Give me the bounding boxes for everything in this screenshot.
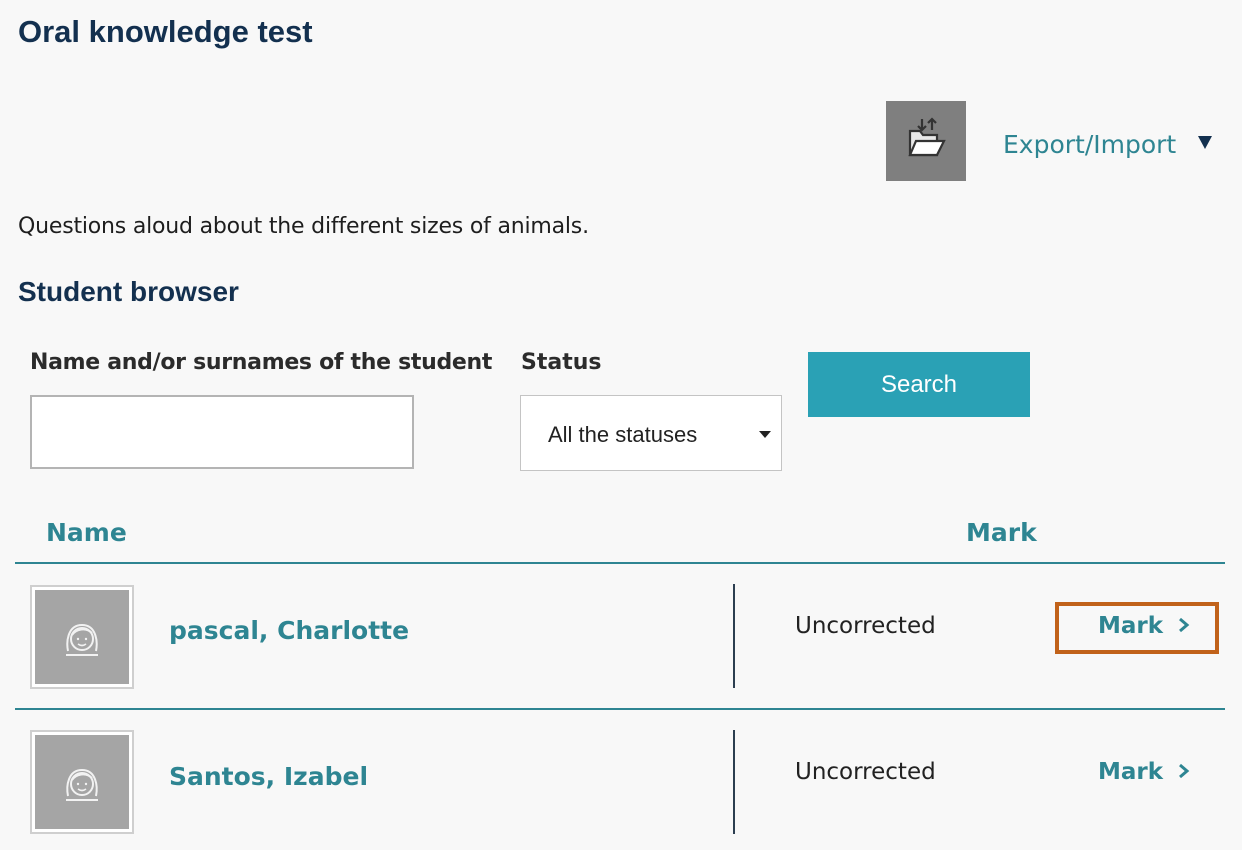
table-header-divider [15,562,1225,564]
status-field-label: Status [521,350,602,375]
folder-icon [908,117,946,157]
mark-link-label: Mark [1098,759,1164,785]
name-field-label: Name and/or surnames of the student [30,350,493,375]
status-select[interactable]: All the statuses [520,395,782,471]
caret-down-icon[interactable] [1198,136,1212,149]
girl-avatar-icon [66,623,98,656]
student-name-input[interactable] [30,395,414,469]
mark-link-highlight [1055,602,1219,654]
page-title: Oral knowledge test [18,14,313,49]
row-divider-line [15,708,1225,710]
row-divider [733,584,735,688]
row-status: Uncorrected [795,759,936,785]
row-status: Uncorrected [795,613,936,639]
student-name-link[interactable]: Santos, Izabel [169,762,368,791]
column-header-mark: Mark [966,518,1037,547]
row-divider [733,730,735,834]
export-import-menu[interactable]: Export/Import [1003,130,1176,159]
column-header-name: Name [46,518,127,547]
avatar [30,730,134,834]
status-select-value: All the statuses [548,422,698,447]
folder-export-import-icon[interactable] [886,101,966,181]
mark-link[interactable]: Mark [1098,759,1191,785]
dropdown-arrow-icon [759,431,771,438]
search-button[interactable]: Search [808,352,1030,417]
avatar [30,585,134,689]
student-browser-title: Student browser [18,276,239,307]
chevron-right-icon [1179,763,1190,779]
girl-avatar-icon [66,768,98,801]
test-description: Questions aloud about the different size… [18,214,589,239]
student-name-link[interactable]: pascal, Charlotte [169,616,409,645]
